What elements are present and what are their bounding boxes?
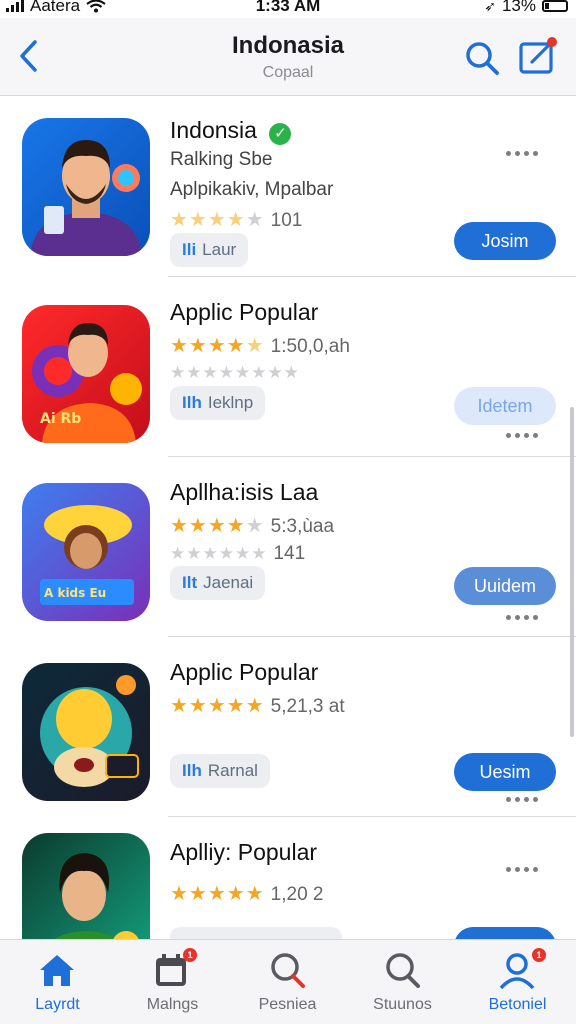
search-icon[interactable] xyxy=(462,38,502,78)
category-tag[interactable]: Ili Laur xyxy=(170,233,249,267)
app-list: Indonsia ✓ Ralking Sbe Aplpikakiv, Mpalb… xyxy=(0,97,576,939)
list-item[interactable]: Aplliy: Popular ★★★★★ 1,20 2 xyxy=(0,817,576,939)
install-button[interactable]: Idetem xyxy=(454,387,556,425)
notification-badge: 1 xyxy=(532,948,546,962)
install-button[interactable] xyxy=(454,927,556,939)
install-button[interactable]: Josim xyxy=(454,222,556,260)
more-options-icon[interactable] xyxy=(506,607,550,620)
star-rating: ★★★★★ 101 xyxy=(170,209,303,231)
app-title: Apllha:isis Laa xyxy=(170,479,319,505)
app-icon[interactable]: Ai Rb xyxy=(22,305,150,443)
star-rating: ★★★★★ 5,21,3 at xyxy=(170,695,345,717)
list-item[interactable]: Applic Popular ★★★★★ 5,21,3 at Ilh Rarnal… xyxy=(0,637,576,817)
app-icon[interactable]: A kids Eu xyxy=(22,483,150,621)
battery-icon xyxy=(542,0,568,12)
navigation-bar: Indonasia Copaal xyxy=(0,18,576,96)
star-rating: ★★★★★ 1,20 2 xyxy=(170,883,324,905)
svg-text:Ai Rb: Ai Rb xyxy=(40,411,81,427)
more-options-icon[interactable] xyxy=(506,143,550,156)
chart-icon: Ilt xyxy=(182,573,198,592)
search-icon xyxy=(386,953,420,988)
verified-check-icon: ✓ xyxy=(269,123,292,145)
tab-status[interactable]: Stuunos xyxy=(345,940,460,1024)
tab-bar: Layrdt 1 Malngs Pesniea Stuunos 1 Betoni… xyxy=(0,939,576,1024)
compose-icon[interactable] xyxy=(516,34,560,78)
category-tag[interactable]: Ilt Jaenai xyxy=(170,566,266,600)
search-icon xyxy=(271,953,305,988)
person-illustration-icon xyxy=(30,140,142,256)
person-illustration-icon: Ai Rb xyxy=(32,323,142,443)
battery-label: 13% xyxy=(501,0,536,15)
notification-badge: 1 xyxy=(183,948,197,962)
app-title: Indonsia ✓ xyxy=(170,117,292,145)
person-illustration-icon xyxy=(55,853,139,939)
kid-illustration-icon: A kids Eu xyxy=(40,505,134,605)
app-title: Applic Popular xyxy=(170,299,319,325)
location-icon: ➶ xyxy=(484,0,496,14)
app-icon[interactable] xyxy=(22,118,150,256)
star-rating: ★★★★★ 5:3,ùaa xyxy=(170,515,335,537)
install-button[interactable]: Uuidem xyxy=(454,567,556,605)
chart-icon: Ili xyxy=(182,240,197,259)
list-item[interactable]: Ai Rb Applic Popular ★★★★★ 1:50,0,ah ★★★★… xyxy=(0,277,576,457)
chart-icon: Ilh xyxy=(182,393,202,412)
list-item[interactable]: Indonsia ✓ Ralking Sbe Aplpikakiv, Mpalb… xyxy=(0,97,576,277)
category-tag[interactable] xyxy=(170,927,342,939)
more-options-icon[interactable] xyxy=(506,425,550,438)
tab-home[interactable]: Layrdt xyxy=(0,940,115,1024)
app-title: Applic Popular xyxy=(170,659,319,685)
app-category: Aplpikakiv, Mpalbar xyxy=(170,179,334,200)
list-item[interactable]: A kids Eu Apllha:isis Laa ★★★★★ 5:3,ùaa ★… xyxy=(0,457,576,637)
character-illustration-icon xyxy=(40,675,139,787)
app-icon[interactable] xyxy=(22,833,150,939)
star-rating-secondary: ★★★★★★ 141 xyxy=(170,543,306,564)
star-rating: ★★★★★ 1:50,0,ah xyxy=(170,335,350,357)
svg-text:A kids Eu: A kids Eu xyxy=(44,586,106,600)
home-icon xyxy=(40,955,74,986)
install-button[interactable]: Uesim xyxy=(454,753,556,791)
status-right: ➶ 13% xyxy=(484,0,568,16)
app-subtitle: Ralking Sbe xyxy=(170,149,273,170)
app-title: Aplliy: Popular xyxy=(170,839,318,865)
tab-profile[interactable]: 1 Betoniel xyxy=(460,940,575,1024)
tab-search[interactable]: Pesniea xyxy=(230,940,345,1024)
tab-meetings[interactable]: 1 Malngs xyxy=(115,940,230,1024)
chart-icon: Ilh xyxy=(182,761,202,780)
category-tag[interactable]: Ilh Rarnal xyxy=(170,754,270,788)
app-icon[interactable] xyxy=(22,663,150,801)
star-rating-secondary: ★★★★★★★★ xyxy=(170,363,300,382)
more-options-icon[interactable] xyxy=(506,859,550,872)
scrollbar[interactable] xyxy=(570,407,574,737)
category-tag[interactable]: Ilh Ieklnp xyxy=(170,386,266,420)
status-bar: Aatera 1:33 AM ➶ 13% xyxy=(0,0,576,18)
